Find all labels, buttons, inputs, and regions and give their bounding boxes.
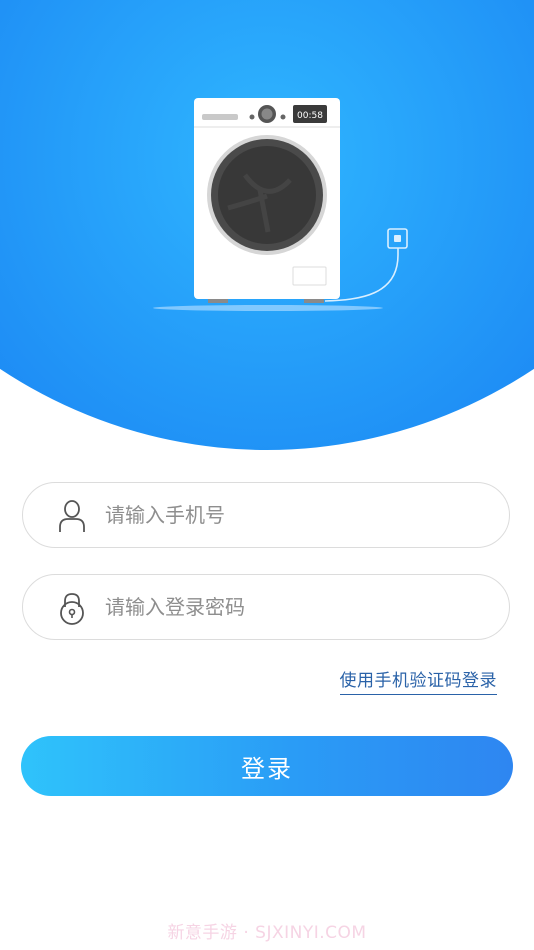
login-button[interactable]: 登录 [21, 736, 513, 796]
user-icon [59, 500, 85, 532]
password-input[interactable] [105, 575, 485, 639]
watermark: 新意手游 · SJXINYI.COM [167, 923, 367, 943]
phone-field[interactable] [22, 482, 510, 548]
timer-display: 00:58 [297, 111, 323, 121]
password-field[interactable] [22, 574, 510, 640]
washing-machine-illustration: 00:58 [153, 98, 408, 311]
sms-login-link[interactable]: 使用手机验证码登录 [339, 666, 497, 695]
phone-input[interactable] [105, 483, 485, 547]
lock-icon [60, 593, 84, 625]
hero-banner: 00:58 [0, 0, 534, 450]
